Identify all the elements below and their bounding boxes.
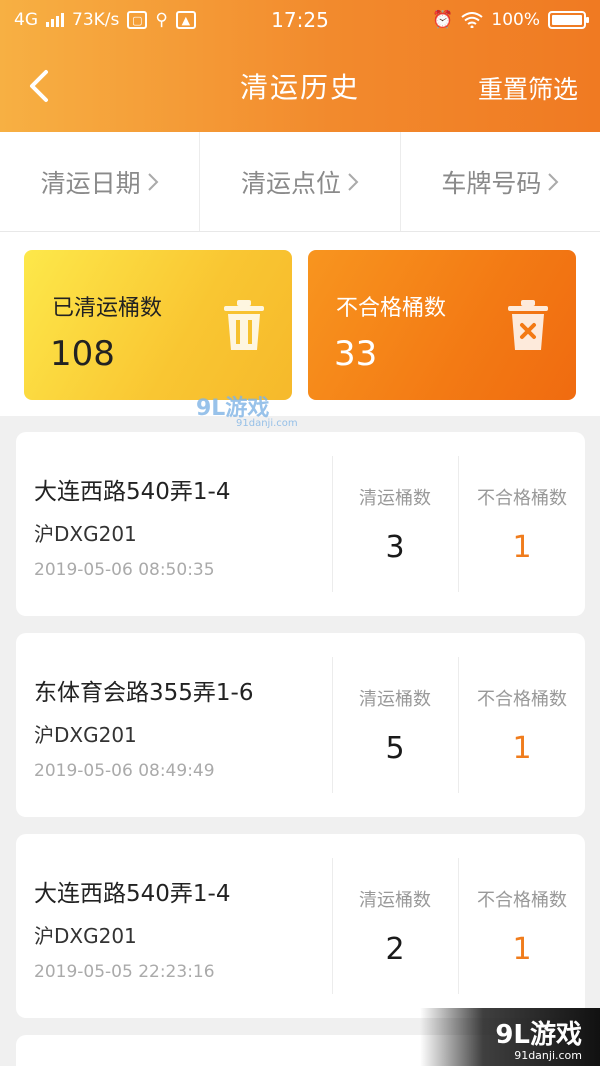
network-type: 4G [14,10,38,30]
chevron-right-icon [147,172,159,191]
page-title: 清运历史 [239,71,360,104]
watermark-sub: 91danji.com [236,418,298,429]
unqualified-count-label: 不合格桶数 [336,296,447,321]
record-time: 2019-05-05 22:23:16 [34,962,215,982]
stats-section: 已清运桶数 108 不合格桶数 33 9L游戏 91danji.com [0,232,600,429]
record-card[interactable]: 大连西路540弄1-4 沪DXG201 2019-05-05 22:23:16 … [16,834,585,1018]
back-arrow-icon[interactable] [22,66,62,106]
cleared-count-label: 已清运桶数 [52,296,163,321]
battery-icon [548,11,589,29]
divider [332,858,333,994]
filter-plate-label: 车牌号码 [441,168,542,198]
unqualified-header: 不合格桶数 [477,488,567,509]
status-left: 4G 73K/s ▢ ⚲ ▲ [14,10,196,30]
trash-bin-x-icon [508,300,548,350]
record-card[interactable]: 东体育会路355弄1-6 沪DXG201 2019-05-06 08:49:49… [16,633,585,817]
reset-filter-button[interactable]: 重置筛选 [478,70,578,106]
wifi-icon [461,12,484,28]
unqualified-header: 不合格桶数 [477,689,567,710]
record-plate: 沪DXG201 [34,723,137,747]
filter-bar: 清运日期 清运点位 车牌号码 [0,132,600,232]
record-time: 2019-05-06 08:49:49 [34,761,215,781]
status-time: 17:25 [271,8,329,32]
brand-badge-main: 9L游戏 [495,1020,582,1050]
divider [458,657,459,793]
record-address: 东体育会路355弄1-6 [34,680,254,706]
chevron-right-icon [348,172,359,191]
filter-location[interactable]: 清运点位 [200,132,401,231]
divider [458,456,459,592]
cleared-value: 3 [385,530,405,565]
usb-icon: ⚲ [155,10,168,30]
unqualified-value: 1 [512,932,532,967]
network-speed: 73K/s [72,10,120,30]
record-address: 大连西路540弄1-4 [34,881,231,907]
record-address: 大连西路540弄1-4 [34,479,231,505]
cleared-header: 清运桶数 [359,689,431,710]
filter-date[interactable]: 清运日期 [0,132,201,231]
app-header: 4G 73K/s ▢ ⚲ ▲ 17:25 ⏰ 100% 清运历史 重置筛选 [0,0,600,132]
record-plate: 沪DXG201 [34,924,137,948]
watermark-logo: 9L游戏 91danji.com [196,390,298,429]
chevron-right-icon [548,172,559,191]
record-plate: 沪DXG201 [34,522,137,546]
signal-icon [46,13,64,27]
cleared-header: 清运桶数 [359,488,431,509]
alarm-icon: ⏰ [432,10,454,30]
unqualified-value: 1 [512,731,532,766]
unqualified-count-value: 33 [334,334,378,374]
filter-plate[interactable]: 车牌号码 [401,132,600,231]
battery-percent: 100% [491,10,540,30]
filter-date-label: 清运日期 [40,168,141,198]
unqualified-count-card: 不合格桶数 33 [308,250,576,400]
cleared-header: 清运桶数 [359,890,431,911]
unqualified-value: 1 [512,530,532,565]
status-bar: 4G 73K/s ▢ ⚲ ▲ 17:25 ⏰ 100% [0,0,600,40]
record-time: 2019-05-06 08:50:35 [34,560,215,580]
filter-location-label: 清运点位 [240,168,341,198]
brand-badge: 9L游戏 91danji.com [420,1008,600,1066]
divider [458,858,459,994]
record-card[interactable]: 大连西路540弄1-4 沪DXG201 2019-05-06 08:50:35 … [16,432,585,616]
cleared-value: 5 [385,731,405,766]
divider [332,456,333,592]
cleared-count-card: 已清运桶数 108 [24,250,292,400]
unqualified-header: 不合格桶数 [477,890,567,911]
cleared-value: 2 [385,932,405,967]
app-notification-icon: ▲ [175,11,196,29]
divider [332,657,333,793]
trash-bin-icon [224,300,264,350]
status-right: ⏰ 100% [432,10,589,30]
cleared-count-value: 108 [50,334,115,374]
nav-bar: 清运历史 重置筛选 [0,40,600,132]
notification-icon: ▢ [127,11,148,29]
